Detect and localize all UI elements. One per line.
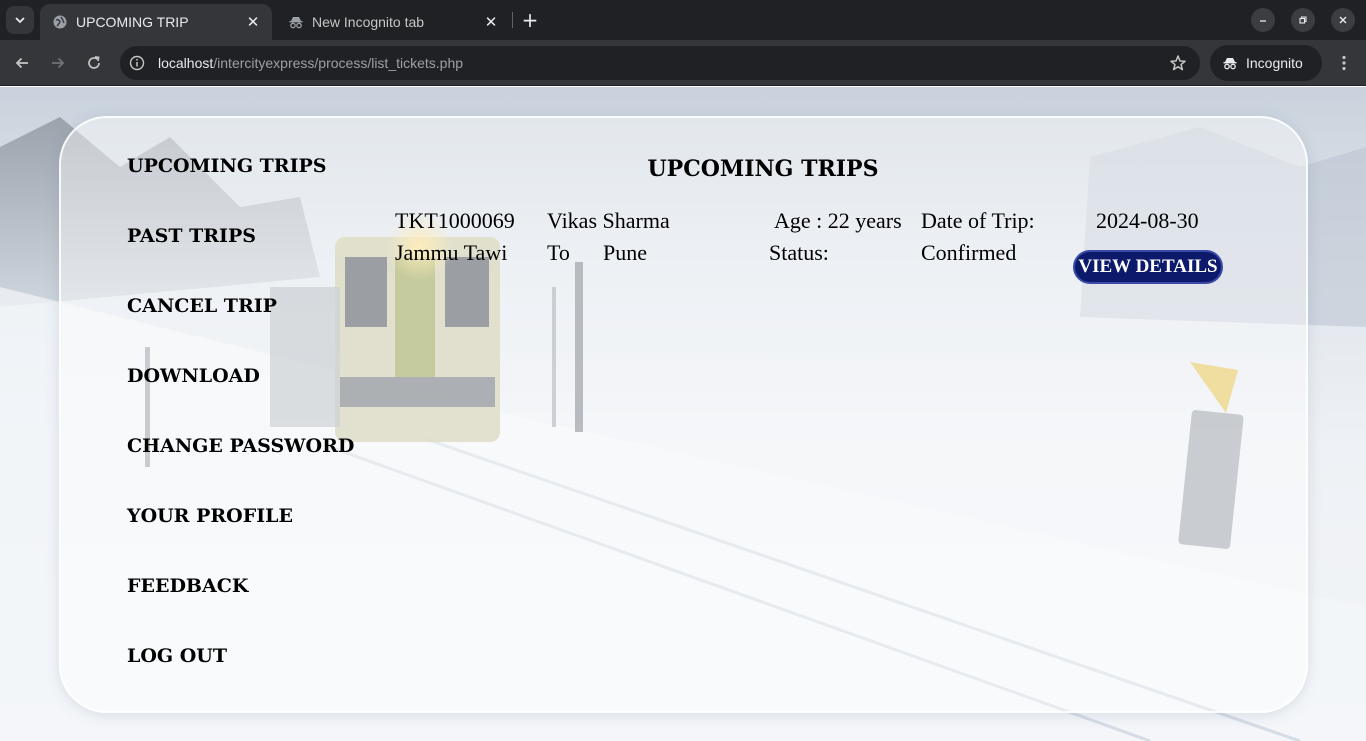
tab-divider xyxy=(512,12,513,28)
nav-cancel-trip[interactable]: CANCEL TRIP xyxy=(127,295,277,317)
tab-new-incognito[interactable]: New Incognito tab ✕ xyxy=(274,4,510,40)
passenger-name: Vikas Sharma xyxy=(547,208,670,233)
chevron-down-icon xyxy=(15,17,25,24)
browser-tabstrip: UPCOMING TRIP ✕ New Incognito tab ✕ + xyxy=(0,0,1366,40)
bookmark-star-icon[interactable] xyxy=(1168,53,1188,73)
address-bar[interactable]: localhost/intercityexpress/process/list_… xyxy=(120,46,1200,80)
url-text: localhost/intercityexpress/process/list_… xyxy=(158,55,463,71)
destination-station: Pune xyxy=(603,240,647,265)
kebab-menu-icon xyxy=(1342,55,1346,71)
close-tab-icon[interactable]: ✕ xyxy=(244,13,262,31)
status-label: Status: xyxy=(769,240,829,265)
minimize-button[interactable] xyxy=(1251,8,1275,32)
reload-button[interactable] xyxy=(80,49,108,77)
dashboard-panel: UPCOMING TRIPS PAST TRIPS CANCEL TRIP DO… xyxy=(59,116,1308,713)
url-host: localhost xyxy=(158,55,214,71)
back-button[interactable] xyxy=(8,49,36,77)
minimize-icon xyxy=(1260,20,1266,22)
arrow-right-icon xyxy=(52,57,65,69)
nav-download[interactable]: DOWNLOAD xyxy=(127,365,260,387)
restore-icon xyxy=(1299,16,1307,24)
tab-title: UPCOMING TRIP xyxy=(76,14,189,30)
incognito-indicator[interactable]: Incognito xyxy=(1210,45,1322,81)
new-tab-button[interactable]: + xyxy=(518,8,542,32)
ticket-status: Confirmed xyxy=(921,240,1017,265)
nav-feedback[interactable]: FEEDBACK xyxy=(127,575,248,597)
view-details-button[interactable]: VIEW DETAILS xyxy=(1073,250,1223,284)
page-title: UPCOMING TRIPS xyxy=(647,156,879,182)
browser-toolbar: localhost/intercityexpress/process/list_… xyxy=(0,40,1366,86)
browser-menu-button[interactable] xyxy=(1332,49,1356,77)
site-info-icon[interactable] xyxy=(124,50,150,76)
trip-date: 2024-08-30 xyxy=(1096,208,1199,233)
nav-log-out[interactable]: LOG OUT xyxy=(127,645,227,667)
nav-upcoming-trips[interactable]: UPCOMING TRIPS xyxy=(127,155,326,177)
incognito-icon xyxy=(1223,58,1237,70)
trip-date-label: Date of Trip: xyxy=(921,208,1035,233)
forward-button[interactable] xyxy=(44,49,72,77)
restore-button[interactable] xyxy=(1291,8,1315,32)
nav-your-profile[interactable]: YOUR PROFILE xyxy=(127,505,293,527)
tab-upcoming-trip[interactable]: UPCOMING TRIP ✕ xyxy=(40,4,272,40)
incognito-icon xyxy=(288,14,304,30)
close-tab-icon[interactable]: ✕ xyxy=(482,13,500,31)
arrow-left-icon xyxy=(15,57,28,69)
nav-past-trips[interactable]: PAST TRIPS xyxy=(127,225,256,247)
reload-icon xyxy=(88,55,100,69)
nav-change-password[interactable]: CHANGE PASSWORD xyxy=(127,435,354,457)
globe-icon xyxy=(52,14,68,30)
close-icon xyxy=(1339,16,1347,24)
url-path: /intercityexpress/process/list_tickets.p… xyxy=(213,55,464,71)
origin-station: Jammu Tawi xyxy=(395,240,508,265)
close-window-button[interactable] xyxy=(1331,8,1355,32)
ticket-id: TKT1000069 xyxy=(395,208,515,233)
incognito-label: Incognito xyxy=(1246,55,1303,71)
to-label: To xyxy=(547,240,570,265)
tab-title: New Incognito tab xyxy=(312,14,425,30)
tab-search-button[interactable] xyxy=(6,6,34,34)
passenger-age: Age : 22 years xyxy=(774,208,902,233)
page-viewport: UPCOMING TRIPS PAST TRIPS CANCEL TRIP DO… xyxy=(0,87,1366,741)
